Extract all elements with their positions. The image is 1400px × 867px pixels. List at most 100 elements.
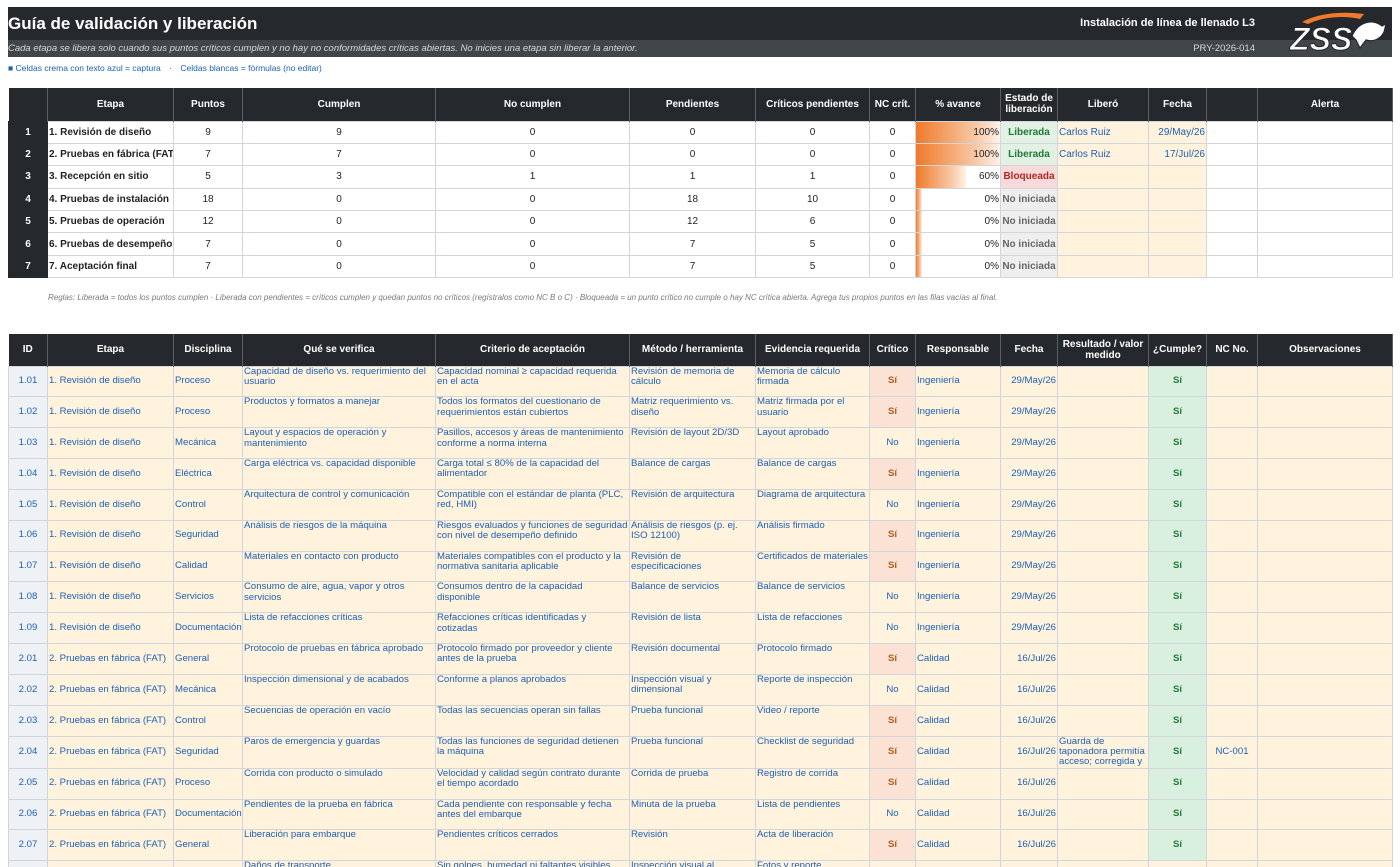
item-result[interactable] (1057, 798, 1149, 831)
item-critical[interactable]: Sí (869, 365, 916, 398)
item-method[interactable]: Revisión de layout 2D/3D (629, 427, 756, 460)
item-date[interactable]: 29/May/26 (1000, 519, 1058, 552)
item-critical[interactable]: No (869, 798, 916, 831)
item-criteria[interactable]: Carga total ≤ 80% de la capacidad del al… (435, 458, 630, 490)
item-notes[interactable] (1257, 673, 1393, 706)
item-what[interactable]: Consumo de aire, agua, vapor y otros ser… (242, 581, 436, 614)
release-date-input[interactable] (1148, 254, 1207, 279)
item-what[interactable]: Análisis de riesgos de la máquina (242, 519, 436, 552)
item-discipline[interactable]: Mecánica (173, 673, 243, 706)
item-nc-number[interactable] (1206, 427, 1258, 460)
item-result[interactable] (1057, 673, 1149, 706)
item-notes[interactable] (1257, 519, 1393, 552)
item-nc-number[interactable]: NC-001 (1206, 735, 1258, 769)
item-criteria[interactable]: Riesgos evaluados y funciones de segurid… (435, 519, 630, 552)
item-evidence[interactable]: Video / reporte (755, 704, 870, 737)
item-stage[interactable]: 1. Revisión de diseño (47, 581, 174, 614)
item-what[interactable]: Daños de transporte (242, 860, 436, 867)
item-criteria[interactable]: Materiales compatibles con el producto y… (435, 550, 630, 583)
released-by-input[interactable] (1057, 165, 1149, 189)
item-evidence[interactable]: Registro de corrida (755, 767, 870, 800)
item-owner[interactable]: Ingeniería (915, 612, 1001, 645)
item-evidence[interactable]: Acta de liberación (755, 829, 870, 862)
item-what[interactable]: Inspección dimensional y de acabados (242, 673, 436, 706)
item-date[interactable]: 29/May/26 (1000, 365, 1058, 398)
item-method[interactable]: Revisión de arquitectura (629, 488, 756, 521)
item-nc-number[interactable] (1206, 704, 1258, 737)
item-method[interactable]: Prueba funcional (629, 704, 756, 737)
item-date[interactable]: 29/May/26 (1000, 550, 1058, 583)
item-notes[interactable] (1257, 704, 1393, 737)
item-nc-number[interactable] (1206, 550, 1258, 583)
item-criteria[interactable]: Todas las secuencias operan sin fallas (435, 704, 630, 737)
item-critical[interactable]: Sí (869, 767, 916, 800)
item-date[interactable]: 29/May/26 (1000, 612, 1058, 645)
release-date-input[interactable] (1148, 187, 1207, 212)
item-criteria[interactable]: Conforme a planos aprobados (435, 673, 630, 706)
item-criteria[interactable]: Consumos dentro de la capacidad disponib… (435, 581, 630, 614)
item-result[interactable] (1057, 860, 1149, 867)
item-what[interactable]: Paros de emergencia y guardas (242, 735, 436, 769)
item-method[interactable]: Revisión de especificaciones (629, 550, 756, 583)
release-date-input[interactable] (1148, 210, 1207, 234)
item-discipline[interactable]: Proceso (173, 767, 243, 800)
item-stage[interactable]: 2. Pruebas en fábrica (FAT) (47, 643, 174, 675)
item-nc-number[interactable] (1206, 860, 1258, 867)
item-result[interactable] (1057, 519, 1149, 552)
item-what[interactable]: Arquitectura de control y comunicación (242, 488, 436, 521)
item-stage[interactable]: 1. Revisión de diseño (47, 458, 174, 490)
item-criteria[interactable]: Todos los formatos del cuestionario de r… (435, 396, 630, 429)
item-date[interactable]: 16/Jul/26 (1000, 643, 1058, 675)
item-date[interactable]: 16/Jul/26 (1000, 829, 1058, 862)
item-what[interactable]: Capacidad de diseño vs. requerimiento de… (242, 365, 436, 398)
release-date-input[interactable] (1148, 165, 1207, 189)
item-criteria[interactable]: Capacidad nominal ≥ capacidad requerida … (435, 365, 630, 398)
release-date-input[interactable]: 17/Jul/26 (1148, 142, 1207, 167)
item-date[interactable]: 29/May/26 (1000, 581, 1058, 614)
item-notes[interactable] (1257, 427, 1393, 460)
item-discipline[interactable]: Eléctrica (173, 458, 243, 490)
item-notes[interactable] (1257, 798, 1393, 831)
item-result[interactable] (1057, 550, 1149, 583)
item-what[interactable]: Carga eléctrica vs. capacidad disponible (242, 458, 436, 490)
item-critical[interactable]: No (869, 488, 916, 521)
item-owner[interactable]: Ingeniería (915, 427, 1001, 460)
item-method[interactable]: Corrida de prueba (629, 767, 756, 800)
item-owner[interactable]: Ingeniería (915, 519, 1001, 552)
item-discipline[interactable]: Seguridad (173, 735, 243, 769)
item-evidence[interactable]: Matriz firmada por el usuario (755, 396, 870, 429)
item-result[interactable] (1057, 488, 1149, 521)
item-notes[interactable] (1257, 735, 1393, 769)
item-critical[interactable]: Sí (869, 735, 916, 769)
item-criteria[interactable]: Refacciones críticas identificadas y cot… (435, 612, 630, 645)
item-evidence[interactable]: Checklist de seguridad (755, 735, 870, 769)
item-owner[interactable]: Calidad (915, 829, 1001, 862)
released-by-input[interactable] (1057, 210, 1149, 234)
item-stage[interactable]: 2. Pruebas en fábrica (FAT) (47, 829, 174, 862)
item-nc-number[interactable] (1206, 519, 1258, 552)
item-method[interactable]: Revisión de memoria de cálculo (629, 365, 756, 398)
item-method[interactable]: Análisis de riesgos (p. ej. ISO 12100) (629, 519, 756, 552)
item-critical[interactable]: No (869, 427, 916, 460)
item-stage[interactable]: 1. Revisión de diseño (47, 612, 174, 645)
item-evidence[interactable]: Certificados de materiales (755, 550, 870, 583)
item-critical[interactable]: Sí (869, 519, 916, 552)
item-method[interactable]: Prueba funcional (629, 735, 756, 769)
item-criteria[interactable]: Todas las funciones de seguridad detiene… (435, 735, 630, 769)
item-stage[interactable]: 1. Revisión de diseño (47, 519, 174, 552)
item-notes[interactable] (1257, 612, 1393, 645)
item-evidence[interactable]: Diagrama de arquitectura (755, 488, 870, 521)
item-date[interactable]: 29/May/26 (1000, 396, 1058, 429)
item-discipline[interactable] (173, 860, 243, 867)
item-notes[interactable] (1257, 550, 1393, 583)
item-notes[interactable] (1257, 643, 1393, 675)
item-criteria[interactable]: Cada pendiente con responsable y fecha a… (435, 798, 630, 831)
item-what[interactable]: Materiales en contacto con producto (242, 550, 436, 583)
item-date[interactable]: 29/May/26 (1000, 427, 1058, 460)
item-discipline[interactable]: General (173, 829, 243, 862)
item-nc-number[interactable] (1206, 365, 1258, 398)
item-owner[interactable] (915, 860, 1001, 867)
item-evidence[interactable]: Memoria de cálculo firmada (755, 365, 870, 398)
item-owner[interactable]: Calidad (915, 643, 1001, 675)
item-evidence[interactable]: Layout aprobado (755, 427, 870, 460)
